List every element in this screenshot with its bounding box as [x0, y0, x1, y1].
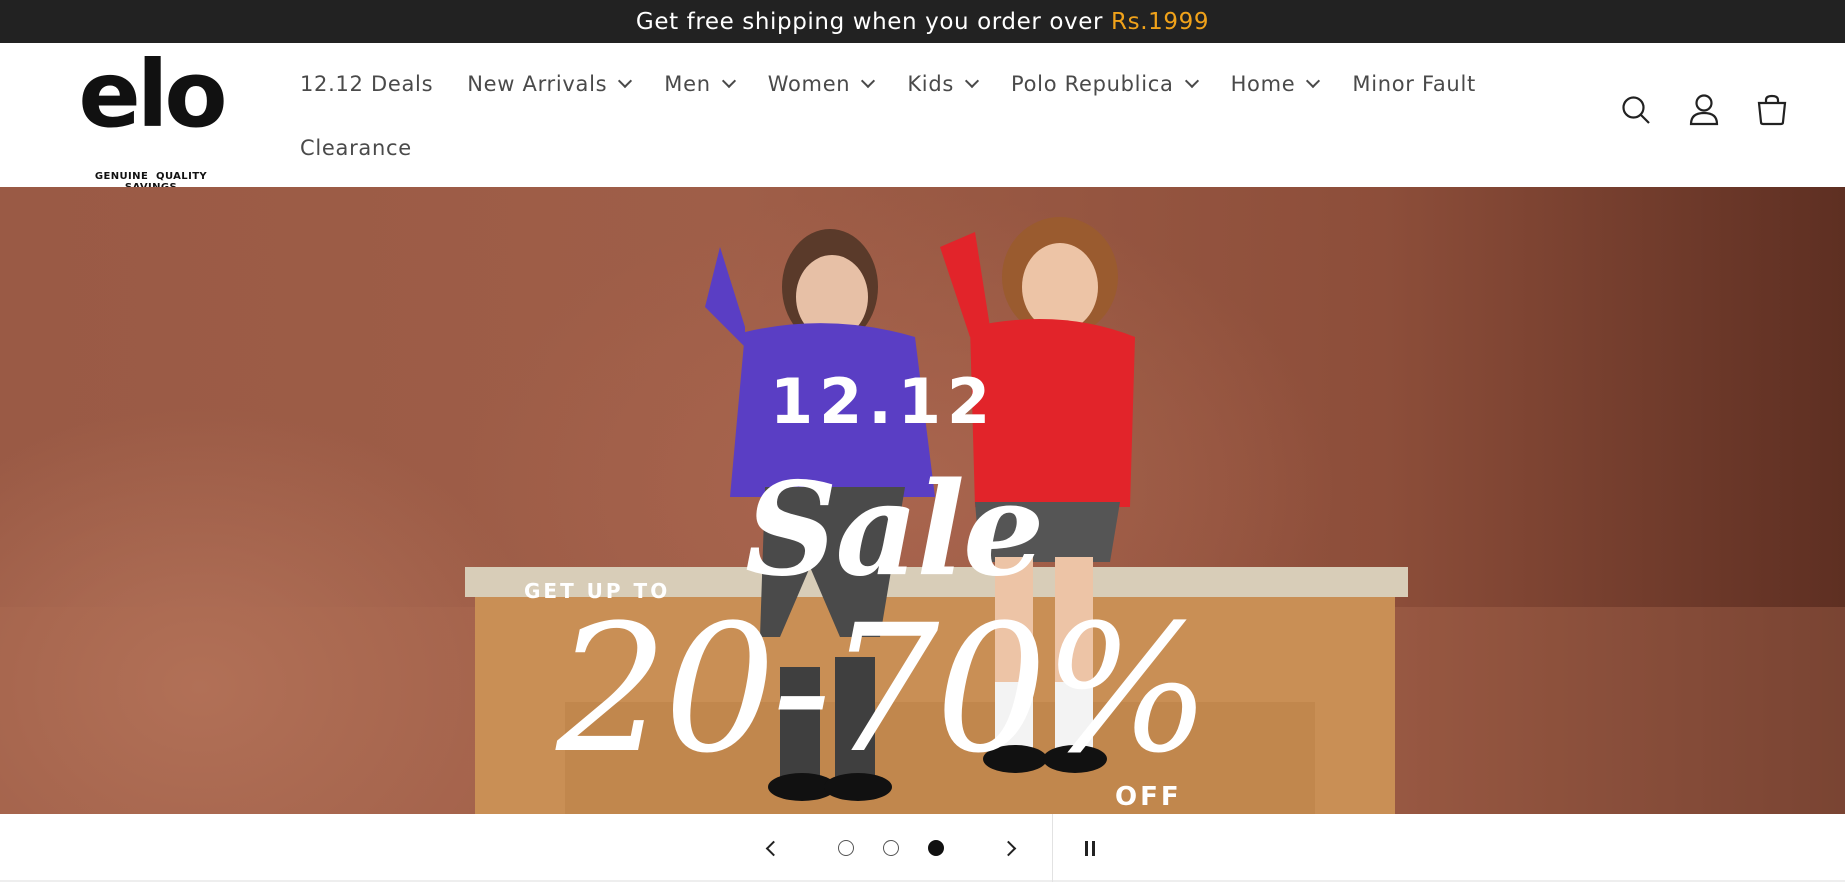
chevron-down-icon — [861, 73, 876, 89]
chevron-down-icon — [1184, 73, 1199, 89]
cart-icon — [1757, 94, 1787, 126]
search-button[interactable] — [1619, 93, 1653, 127]
controls-divider — [1052, 814, 1053, 882]
nav-item-label: New Arrivals — [467, 72, 608, 96]
nav-item-label: Clearance — [300, 136, 412, 160]
chevron-right-icon — [1000, 840, 1016, 856]
chevron-down-icon — [618, 73, 633, 89]
nav-item-home[interactable]: Home — [1230, 65, 1321, 103]
nav-item-label: Men — [664, 72, 711, 96]
next-slide-button[interactable] — [992, 814, 1024, 882]
chevron-left-icon — [765, 840, 781, 856]
hero-off-label: OFF — [1115, 782, 1182, 812]
slide-dot-2[interactable] — [881, 814, 901, 882]
slide-dot-3[interactable] — [926, 814, 946, 882]
nav-item-label: Kids — [907, 72, 955, 96]
nav-item-label: Home — [1230, 72, 1296, 96]
account-button[interactable] — [1687, 93, 1721, 127]
nav-item-label: Polo Republica — [1011, 72, 1174, 96]
nav-item-polo-republica[interactable]: Polo Republica — [1011, 65, 1199, 103]
account-icon — [1689, 94, 1719, 126]
announcement-text: Get free shipping when you order over — [635, 8, 1104, 35]
brand-logo[interactable]: elo GENUINE QUALITY SAVINGS — [66, 49, 236, 194]
site-header: elo GENUINE QUALITY SAVINGS 12.12 Deals … — [0, 43, 1845, 194]
nav-item-new-arrivals[interactable]: New Arrivals — [467, 65, 633, 103]
chevron-down-icon — [1306, 73, 1321, 89]
hero-headline-date: 12.12 — [770, 365, 997, 438]
search-icon — [1622, 96, 1650, 124]
nav-item-clearance[interactable]: Clearance — [300, 129, 412, 167]
hero-discount: 20-70% — [556, 587, 1211, 792]
logo-wordmark: elo — [78, 41, 227, 148]
nav-item-men[interactable]: Men — [664, 65, 736, 103]
main-nav: 12.12 Deals New Arrivals Men Women Kids … — [300, 65, 1570, 167]
slide-dot-indicator-active — [928, 840, 944, 856]
cart-button[interactable] — [1755, 93, 1789, 127]
nav-item-label: 12.12 Deals — [300, 72, 434, 96]
slideshow-controls — [0, 814, 1845, 882]
previous-slide-button[interactable] — [757, 814, 789, 882]
slide-dot-indicator — [883, 840, 899, 856]
header-icons — [1619, 93, 1789, 127]
hero-banner[interactable]: 12.12 Sale GET UP TO 20-70% OFF — [0, 187, 1845, 814]
chevron-down-icon — [721, 73, 736, 89]
nav-item-minor-fault[interactable]: Minor Fault — [1352, 65, 1476, 103]
nav-item-kids[interactable]: Kids — [907, 65, 980, 103]
pause-slideshow-button[interactable] — [1074, 814, 1106, 882]
nav-item-label: Women — [767, 72, 851, 96]
nav-item-1212-deals[interactable]: 12.12 Deals — [300, 65, 433, 103]
chevron-down-icon — [964, 73, 980, 89]
nav-item-label: Minor Fault — [1352, 72, 1476, 96]
announcement-highlight: Rs.1999 — [1111, 8, 1210, 35]
slide-dot-1[interactable] — [836, 814, 856, 882]
slide-dot-indicator — [838, 840, 854, 856]
nav-item-women[interactable]: Women — [767, 65, 876, 103]
pause-icon — [1085, 840, 1095, 856]
hero-headline-sale: Sale — [745, 455, 1044, 605]
announcement-bar: Get free shipping when you order over Rs… — [0, 0, 1845, 43]
